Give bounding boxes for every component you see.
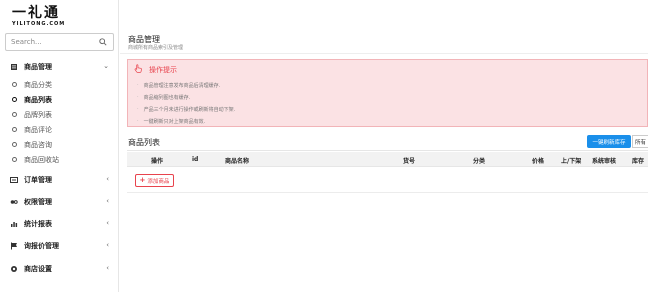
menu-head-quotes[interactable]: 询报价管理 ‹ bbox=[0, 239, 119, 253]
menu-head-reports[interactable]: 统计报表 ‹ bbox=[0, 217, 119, 231]
page-subtitle: 商城所有商品索引及管理 bbox=[128, 45, 184, 51]
add-product-button[interactable]: + 添加商品 bbox=[135, 174, 174, 187]
order-icon bbox=[10, 176, 18, 184]
menu-label-quotes: 询报价管理 bbox=[24, 242, 59, 250]
sidebar-item-label: 商品分类 bbox=[24, 80, 52, 89]
sidebar: 一礼通 YILITONG.COM Search... 商品管理 ⌄ 商品分类 商… bbox=[0, 0, 119, 292]
alert-title-text: 操作提示 bbox=[149, 65, 177, 74]
chart-icon bbox=[10, 220, 18, 228]
sidebar-item-recycle[interactable]: 商品回收站 bbox=[0, 152, 119, 167]
column-header-sku: 货号 bbox=[403, 158, 416, 165]
alert-item: · 产品三个月未进行操作或刷新将自动下架. bbox=[137, 103, 235, 115]
alert-item-text: 商品管理注意发布商品后清理缓存. bbox=[143, 82, 221, 89]
circle-icon bbox=[12, 82, 17, 87]
tips-alert: 操作提示 · 商品管理注意发布商品后清理缓存. · 商品缩列图也有缓存. · 产品三个… bbox=[127, 59, 648, 127]
alert-title[interactable]: 操作提示 bbox=[134, 64, 177, 75]
gear-icon bbox=[10, 265, 18, 273]
chevron-left-icon: ‹ bbox=[106, 264, 109, 272]
search-icon[interactable] bbox=[99, 38, 107, 46]
hand-pointer-icon bbox=[134, 64, 143, 75]
add-product-label: 添加商品 bbox=[147, 178, 170, 185]
sidebar-item-comments[interactable]: 商品评论 bbox=[0, 122, 119, 137]
circle-icon bbox=[12, 97, 17, 102]
menu-store-settings: 商店设置 ‹ bbox=[0, 262, 119, 276]
menu-label-goods: 商品管理 bbox=[24, 63, 52, 71]
main-content: 商品管理 商城所有商品索引及管理 操作提示 · 商品管理注意发布商品后清理缓存. … bbox=[120, 0, 648, 292]
circle-icon bbox=[12, 127, 17, 132]
search-placeholder: Search... bbox=[11, 38, 42, 46]
chevron-left-icon: ‹ bbox=[106, 219, 109, 227]
alert-list: · 商品管理注意发布商品后清理缓存. · 商品缩列图也有缓存. · 产品三个月未进行操… bbox=[137, 79, 235, 127]
sidebar-item-brand-list[interactable]: 品牌列表 bbox=[0, 107, 119, 122]
menu-label-store-settings: 商店设置 bbox=[24, 265, 52, 273]
page-header: 商品管理 商城所有商品索引及管理 bbox=[120, 27, 648, 54]
bullet-icon: · bbox=[137, 82, 139, 88]
logo[interactable]: 一礼通 YILITONG.COM bbox=[12, 6, 82, 28]
sidebar-item-inquiry[interactable]: 商品咨询 bbox=[0, 137, 119, 152]
column-header-action: 操作 bbox=[151, 158, 164, 165]
chevron-left-icon: ‹ bbox=[106, 175, 109, 183]
column-header-onoff: 上/下架 bbox=[561, 158, 582, 165]
circle-icon bbox=[12, 112, 17, 117]
menu-reports: 统计报表 ‹ bbox=[0, 217, 119, 231]
menu-orders: 订单管理 ‹ bbox=[0, 173, 119, 187]
logo-subtitle: YILITONG.COM bbox=[12, 21, 66, 27]
sidebar-item-label: 商品回收站 bbox=[24, 155, 59, 164]
divider bbox=[127, 192, 648, 193]
chevron-down-icon: ⌄ bbox=[103, 62, 109, 70]
menu-head-permissions[interactable]: 权限管理 ‹ bbox=[0, 195, 119, 209]
sidebar-item-category[interactable]: 商品分类 bbox=[0, 77, 119, 92]
sidebar-item-goods-list[interactable]: 商品列表 bbox=[0, 92, 119, 107]
circle-icon bbox=[12, 157, 17, 162]
divider bbox=[127, 150, 648, 151]
alert-item-text: 一键刷新只对上架商品有效. bbox=[143, 118, 206, 125]
status-filter-select[interactable]: 所有 bbox=[632, 135, 648, 148]
flag-icon bbox=[10, 242, 18, 250]
menu-head-store-settings[interactable]: 商店设置 ‹ bbox=[0, 262, 119, 276]
alert-item-text: 商品缩列图也有缓存. bbox=[143, 94, 191, 101]
plus-icon: + bbox=[139, 176, 146, 184]
alert-item: · 商品缩列图也有缓存. bbox=[137, 91, 235, 103]
alert-item: · 一键刷新只对上架商品有效. bbox=[137, 115, 235, 127]
menu-head-orders[interactable]: 订单管理 ‹ bbox=[0, 173, 119, 187]
menu-head-goods[interactable]: 商品管理 ⌄ bbox=[0, 60, 119, 74]
sidebar-item-label: 品牌列表 bbox=[24, 110, 52, 119]
sidebar-item-label: 商品咨询 bbox=[24, 140, 52, 149]
logo-mark: 一礼通 bbox=[12, 5, 60, 21]
bullet-icon: · bbox=[137, 94, 139, 100]
column-header-review: 系统审核 bbox=[592, 158, 617, 165]
list-title: 商品列表 bbox=[128, 138, 160, 147]
chevron-left-icon: ‹ bbox=[106, 241, 109, 249]
chevron-left-icon: ‹ bbox=[106, 197, 109, 205]
bullet-icon: · bbox=[137, 118, 139, 124]
menu-permissions: 权限管理 ‹ bbox=[0, 195, 119, 209]
column-header-stock: 库存 bbox=[632, 158, 645, 165]
refresh-stock-button[interactable]: 一键刷新库存 bbox=[587, 135, 631, 148]
menu-label-reports: 统计报表 bbox=[24, 220, 52, 228]
column-header-id: id bbox=[192, 156, 199, 163]
circle-icon bbox=[12, 142, 17, 147]
menu-quotes: 询报价管理 ‹ bbox=[0, 239, 119, 253]
table-header: 操作 id 商品名称 货号 分类 价格 上/下架 系统审核 库存 bbox=[127, 152, 648, 167]
goods-icon bbox=[10, 63, 18, 71]
menu-label-permissions: 权限管理 bbox=[24, 198, 52, 206]
menu-goods: 商品管理 ⌄ 商品分类 商品列表 品牌列表 商品评论 商品咨询 商品回收站 bbox=[0, 60, 119, 167]
alert-item-text: 产品三个月未进行操作或刷新将自动下架. bbox=[143, 106, 236, 113]
column-header-price: 价格 bbox=[532, 158, 545, 165]
alert-item: · 商品管理注意发布商品后清理缓存. bbox=[137, 79, 235, 91]
permission-icon bbox=[10, 198, 18, 206]
column-header-category: 分类 bbox=[473, 158, 486, 165]
bullet-icon: · bbox=[137, 106, 139, 112]
menu-label-orders: 订单管理 bbox=[24, 176, 52, 184]
column-header-name: 商品名称 bbox=[225, 158, 250, 165]
sidebar-item-label: 商品评论 bbox=[24, 125, 52, 134]
sidebar-item-label: 商品列表 bbox=[24, 95, 52, 104]
search-input[interactable]: Search... bbox=[5, 33, 114, 51]
